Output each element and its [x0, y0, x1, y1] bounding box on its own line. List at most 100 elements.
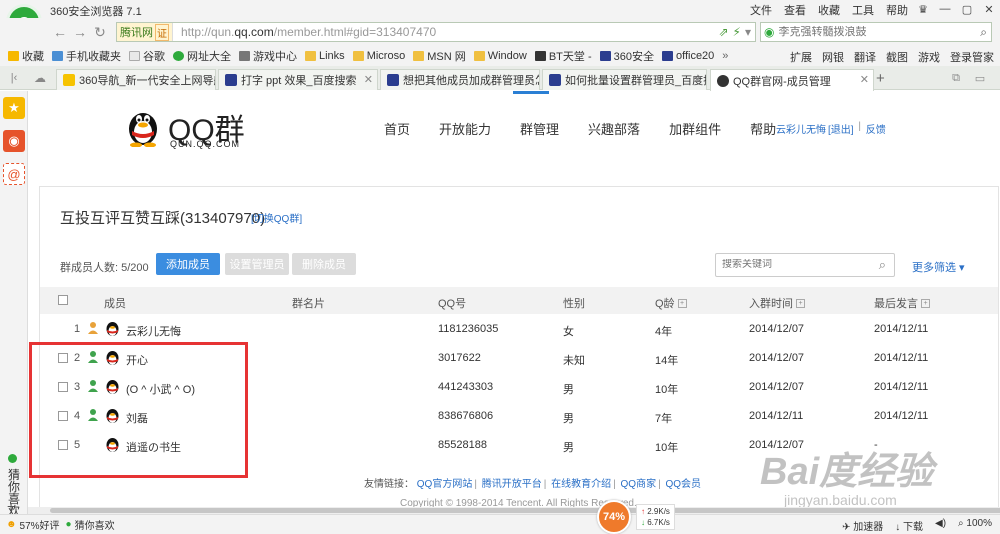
menu-tools[interactable]: 工具	[852, 2, 874, 18]
bookmark-item[interactable]: Window	[473, 50, 527, 62]
search-engine-icon[interactable]: ◉	[764, 25, 774, 39]
network-speed-ball[interactable]: 74%	[597, 500, 631, 534]
set-admin-button[interactable]: 设置管理员	[225, 253, 289, 275]
star-icon[interactable]: ★	[3, 97, 25, 119]
speed-mode-icon[interactable]: ⚡	[733, 25, 741, 39]
bookmark-item[interactable]: office20	[661, 50, 714, 62]
menu-view[interactable]: 查看	[784, 2, 806, 18]
add-member-button[interactable]: 添加成员	[156, 253, 220, 275]
browser-search-input[interactable]	[778, 26, 969, 38]
share-icon[interactable]: ⇗	[718, 25, 728, 39]
scroll-thumb[interactable]	[50, 508, 1000, 513]
more-filter-dropdown[interactable]: 更多筛选 ▾	[912, 259, 965, 275]
nav-help[interactable]: 帮助	[750, 119, 776, 138]
skin-icon[interactable]: ♛	[912, 0, 934, 18]
col-last[interactable]: 最后发言 +	[874, 295, 930, 311]
close-icon[interactable]: ✕	[860, 73, 869, 86]
close-icon[interactable]: ✕	[693, 73, 702, 86]
rating-item[interactable]: ☻ 57%好评	[6, 517, 60, 532]
weibo-icon[interactable]: ◉	[3, 130, 25, 152]
bookmark-item[interactable]: 谷歌	[129, 48, 165, 64]
new-tab-button[interactable]: +	[876, 70, 885, 87]
sort-icon[interactable]: +	[677, 298, 687, 308]
feedback-link[interactable]: 反馈	[866, 121, 886, 136]
table-row[interactable]: 1 云彩儿无悔 1181236035 女 4年 2014/12/07 2014/12/11	[40, 315, 998, 344]
guess-item[interactable]: ● 猜你喜欢	[66, 517, 115, 532]
bookmark-item[interactable]: 360安全	[599, 48, 654, 64]
screenshot-button[interactable]: 截图	[886, 49, 908, 65]
footer-link[interactable]: QQ商家	[621, 479, 657, 490]
member-search-input[interactable]	[722, 259, 867, 270]
sort-icon[interactable]: +	[921, 298, 930, 308]
games-button[interactable]: 游戏	[918, 49, 940, 65]
download-button[interactable]: ↓ 下载	[895, 518, 923, 533]
bookmark-item[interactable]: 手机收藏夹	[52, 48, 121, 64]
checkbox[interactable]	[58, 295, 68, 305]
tab[interactable]: 如何批量设置群管理员_百度搜索✕	[542, 69, 707, 90]
bookmark-item[interactable]: Links	[305, 50, 345, 62]
delete-member-button[interactable]: 删除成员	[292, 253, 356, 275]
bookmarks-more-icon[interactable]: »	[722, 50, 728, 62]
nav-group-manage[interactable]: 群管理	[520, 119, 559, 138]
close-button[interactable]: ✕	[978, 0, 1000, 18]
horizontal-scrollbar[interactable]	[28, 507, 1000, 514]
footer-link[interactable]: 在线教育介绍	[551, 479, 611, 490]
qq-logo[interactable]: QQ群 QUN.QQ.COM	[126, 103, 256, 153]
restore-tabs-icon[interactable]: ⧉	[946, 68, 966, 88]
search-icon[interactable]: ⌕	[980, 25, 987, 40]
sound-icon[interactable]: ◀)	[935, 518, 946, 533]
accelerator-button[interactable]: ✈ 加速器	[842, 518, 883, 533]
extensions-button[interactable]: 扩展	[790, 49, 812, 65]
tab-menu-icon[interactable]: ▭	[970, 68, 990, 88]
bookmark-item[interactable]: 游戏中心	[239, 48, 297, 64]
select-all-checkbox[interactable]	[58, 295, 68, 305]
mail-icon[interactable]: @	[3, 163, 25, 185]
tab[interactable]: 想把其他成员加成群管理员怎么✕	[380, 69, 540, 90]
zoom-control[interactable]: ⌕ 100%	[958, 518, 992, 533]
add-sidebar-button[interactable]: +	[7, 498, 15, 514]
nav-tribe[interactable]: 兴趣部落	[588, 119, 640, 138]
close-icon[interactable]: ✕	[364, 73, 373, 86]
bank-button[interactable]: 网银	[822, 49, 844, 65]
footer-link[interactable]: QQ会员	[665, 479, 701, 490]
nav-home[interactable]: 首页	[384, 119, 410, 138]
tab-list-icon[interactable]: |‹	[4, 68, 24, 88]
logout-link[interactable]: [退出]	[828, 121, 854, 136]
menu-favorites[interactable]: 收藏	[818, 2, 840, 18]
tab[interactable]: 360导航_新一代安全上网导航 ✕	[56, 69, 216, 90]
col-join[interactable]: 入群时间 +	[749, 295, 805, 311]
menu-file[interactable]: 文件	[750, 2, 772, 18]
cert-badge[interactable]: 证	[155, 23, 169, 41]
login-manager-button[interactable]: 登录管家	[950, 49, 994, 65]
minimize-button[interactable]: —	[934, 0, 956, 18]
maximize-button[interactable]: ▢	[956, 0, 978, 18]
member-name[interactable]: 云彩儿无悔	[126, 323, 181, 339]
col-qage[interactable]: Q龄 +	[655, 295, 687, 311]
forward-arrow-icon[interactable]: →	[70, 22, 90, 42]
search-icon[interactable]: ⌕	[879, 257, 886, 273]
bookmark-item[interactable]: 网址大全	[173, 48, 231, 64]
bookmark-item[interactable]: MSN 网	[413, 48, 466, 64]
cloud-icon[interactable]: ☁	[30, 68, 50, 88]
address-bar[interactable]: 腾讯网证 http://qun.qq.com/member.html#gid=3…	[116, 22, 756, 42]
nav-group-widget[interactable]: 加群组件	[669, 119, 721, 138]
url-text[interactable]: http://qun.qq.com/member.html#gid=313407…	[181, 25, 436, 39]
chevron-down-icon[interactable]: ▾	[745, 25, 751, 39]
switch-group-link[interactable]: [切换QQ群]	[251, 210, 302, 225]
close-icon[interactable]: ✕	[202, 73, 211, 86]
tab[interactable]: 打字 ppt 效果_百度搜索 ✕	[218, 69, 378, 90]
bookmark-item[interactable]: BT天堂 -	[534, 48, 592, 64]
footer-link[interactable]: QQ官方网站	[417, 479, 473, 490]
bookmark-item[interactable]: Microso	[352, 50, 405, 62]
username-link[interactable]: 云彩儿无悔	[776, 121, 826, 136]
sort-icon[interactable]: +	[796, 298, 805, 308]
menu-help[interactable]: 帮助	[886, 2, 908, 18]
search-box[interactable]: ◉ ⌕	[760, 22, 992, 42]
refresh-icon[interactable]: ↻	[90, 22, 110, 42]
back-arrow-icon[interactable]: ←	[50, 22, 70, 42]
bookmark-item[interactable]: 收藏	[8, 48, 44, 64]
tab-active[interactable]: QQ群官网-成员管理 ✕	[710, 69, 874, 91]
avatar[interactable]	[105, 320, 120, 337]
nav-open-api[interactable]: 开放能力	[439, 119, 491, 138]
translate-button[interactable]: 翻译	[854, 49, 876, 65]
